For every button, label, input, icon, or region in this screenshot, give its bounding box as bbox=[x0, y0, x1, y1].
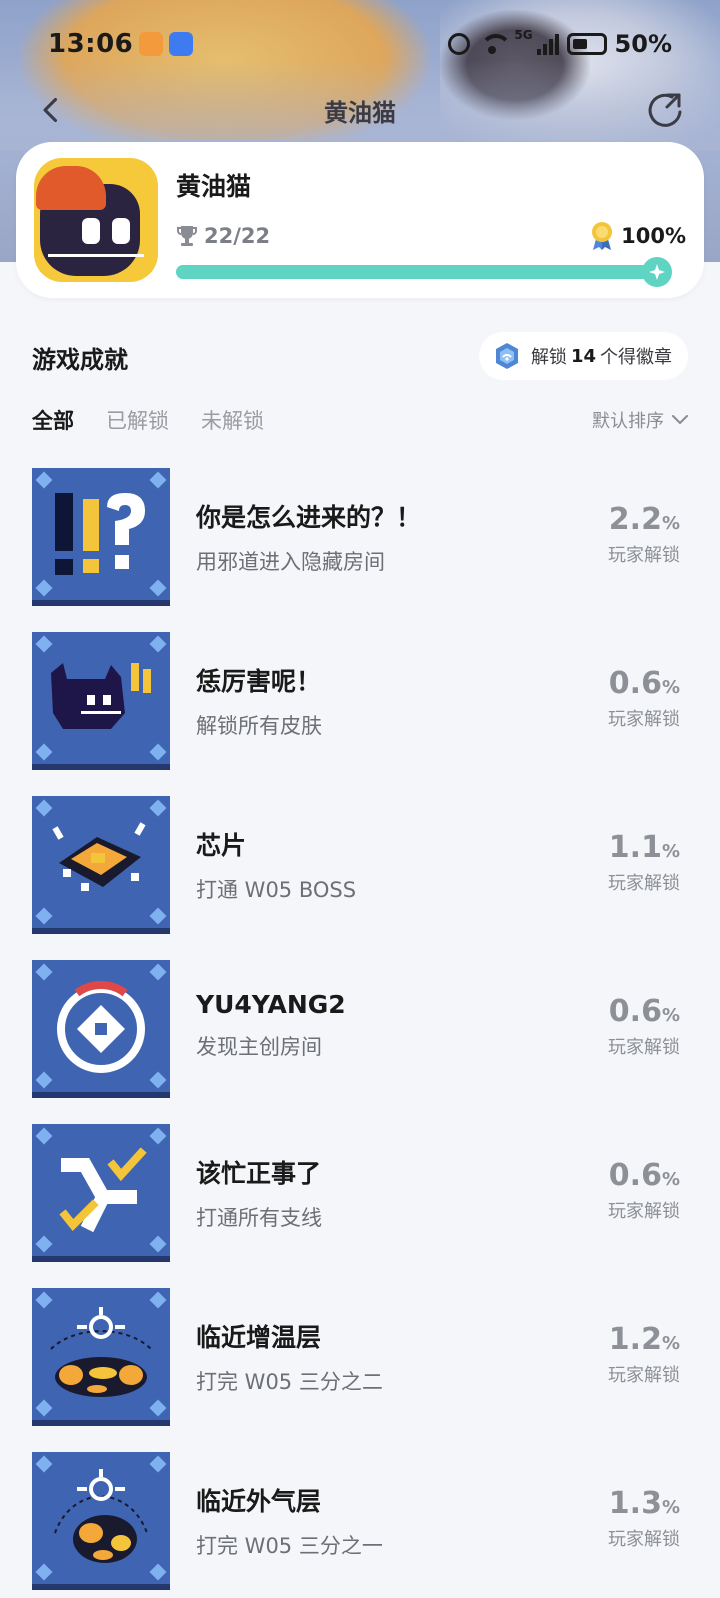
rate-label: 玩家解锁 bbox=[608, 1529, 680, 1550]
rate-unit: % bbox=[661, 1497, 680, 1518]
unlock-count: 14 bbox=[570, 345, 596, 367]
rate-label: 玩家解锁 bbox=[608, 1037, 680, 1058]
progress-knob bbox=[642, 257, 672, 287]
completion-wrap: 100% bbox=[589, 221, 686, 251]
game-info: 黄油猫 22/22 100% bbox=[176, 161, 686, 287]
alarm-icon bbox=[448, 33, 471, 55]
check-path-icon bbox=[32, 1124, 170, 1262]
app-market-icon bbox=[169, 32, 194, 56]
rate-value: 2.2 bbox=[608, 502, 662, 537]
achievement-item[interactable]: 该忙正事了 打通所有支线 0.6% 玩家解锁 bbox=[32, 1124, 680, 1288]
battery-level: 50% bbox=[614, 30, 672, 58]
game-stats: 22/22 100% bbox=[176, 221, 686, 251]
section-title: 游戏成就 bbox=[32, 346, 128, 374]
achievement-item[interactable]: 临近增温层 打完 W05 三分之二 1.2% 玩家解锁 bbox=[32, 1288, 680, 1452]
achievement-list: 你是怎么进来的？！ 用邪道进入隐藏房间 2.2% 玩家解锁 恁厉害呢！ 解锁所有… bbox=[32, 468, 680, 1598]
chip-icon bbox=[32, 796, 170, 934]
sort-label: 默认排序 bbox=[592, 411, 664, 432]
status-indicators: 5G 50% bbox=[448, 28, 672, 58]
status-bar: 13:06 5G 50% bbox=[0, 22, 720, 66]
rate-unit: % bbox=[661, 1333, 680, 1354]
tab-all[interactable]: 全部 bbox=[32, 405, 74, 435]
achievement-rate: 0.6% 玩家解锁 bbox=[608, 994, 680, 1059]
rate-value: 0.6 bbox=[608, 994, 662, 1029]
back-button[interactable] bbox=[30, 88, 74, 132]
chevron-left-icon bbox=[43, 97, 58, 123]
chevron-down-icon bbox=[672, 415, 688, 424]
completion-percent: 100% bbox=[621, 224, 686, 248]
unlock-suffix: 个得徽章 bbox=[600, 347, 672, 368]
game-name: 黄油猫 bbox=[176, 172, 252, 201]
status-time: 13:06 bbox=[48, 29, 134, 59]
share-button[interactable] bbox=[642, 86, 690, 134]
tab-unlocked[interactable]: 已解锁 bbox=[106, 405, 169, 435]
rate-value: 1.1 bbox=[608, 830, 662, 865]
rate-label: 玩家解锁 bbox=[608, 1365, 680, 1386]
achievement-rate: 0.6% 玩家解锁 bbox=[608, 1158, 680, 1223]
rate-label: 玩家解锁 bbox=[608, 873, 680, 894]
achievement-item[interactable]: YU4YANG2 发现主创房间 0.6% 玩家解锁 bbox=[32, 960, 680, 1124]
exclaim-question-icon bbox=[32, 468, 170, 606]
achievement-rate: 1.2% 玩家解锁 bbox=[608, 1322, 680, 1387]
dpad-icon bbox=[32, 960, 170, 1098]
filter-bar: 全部 已解锁 未解锁 默认排序 bbox=[32, 402, 688, 438]
sort-button[interactable]: 默认排序 bbox=[592, 407, 688, 433]
badge-unlock-pill[interactable]: 解锁 14 个得徽章 bbox=[478, 332, 688, 380]
rate-unit: % bbox=[661, 677, 680, 698]
rate-label: 玩家解锁 bbox=[608, 709, 680, 730]
rate-label: 玩家解锁 bbox=[608, 545, 680, 566]
share-icon bbox=[648, 93, 682, 127]
rate-value: 1.2 bbox=[608, 1322, 662, 1357]
achievement-rate: 1.3% 玩家解锁 bbox=[608, 1486, 680, 1551]
game-app-icon[interactable] bbox=[34, 158, 158, 282]
rate-label: 玩家解锁 bbox=[608, 1201, 680, 1222]
cat-icon bbox=[32, 632, 170, 770]
achievement-item[interactable]: 你是怎么进来的？！ 用邪道进入隐藏房间 2.2% 玩家解锁 bbox=[32, 468, 680, 632]
nav-bar: 黄油猫 bbox=[0, 78, 720, 142]
battery-icon bbox=[566, 33, 607, 55]
rate-value: 0.6 bbox=[608, 1158, 662, 1193]
network-type: 5G bbox=[514, 28, 533, 42]
achievement-item[interactable]: 芯片 打通 W05 BOSS 1.1% 玩家解锁 bbox=[32, 796, 680, 960]
rate-unit: % bbox=[661, 513, 680, 534]
trophy-icon bbox=[176, 224, 198, 248]
target-planet-small-icon bbox=[32, 1452, 170, 1590]
notification-app-icon bbox=[139, 32, 164, 56]
achievement-rate: 1.1% 玩家解锁 bbox=[608, 830, 680, 895]
rate-unit: % bbox=[661, 1169, 680, 1190]
achievement-item[interactable]: 临近外气层 打完 W05 三分之一 1.3% 玩家解锁 bbox=[32, 1452, 680, 1598]
progress-fill bbox=[176, 265, 668, 279]
tab-locked[interactable]: 未解锁 bbox=[201, 405, 264, 435]
target-planet-icon bbox=[32, 1288, 170, 1426]
sparkle-icon bbox=[649, 264, 665, 280]
game-summary-card: 黄油猫 22/22 100% bbox=[16, 142, 704, 298]
rate-value: 0.6 bbox=[608, 666, 662, 701]
badge-icon bbox=[495, 343, 518, 369]
completion-progress-bar bbox=[176, 257, 672, 287]
trophy-count: 22/22 bbox=[204, 224, 271, 248]
signal-icon bbox=[536, 33, 559, 55]
achievement-item[interactable]: 恁厉害呢！ 解锁所有皮肤 0.6% 玩家解锁 bbox=[32, 632, 680, 796]
unlock-prefix: 解锁 bbox=[530, 347, 567, 368]
achievement-rate: 0.6% 玩家解锁 bbox=[608, 666, 680, 731]
wifi-icon bbox=[478, 34, 513, 54]
page-title: 黄油猫 bbox=[324, 98, 396, 127]
achievement-rate: 2.2% 玩家解锁 bbox=[608, 502, 680, 567]
rate-value: 1.3 bbox=[608, 1486, 662, 1521]
rate-unit: % bbox=[661, 1005, 680, 1026]
medal-icon bbox=[589, 221, 615, 251]
rate-unit: % bbox=[661, 841, 680, 862]
